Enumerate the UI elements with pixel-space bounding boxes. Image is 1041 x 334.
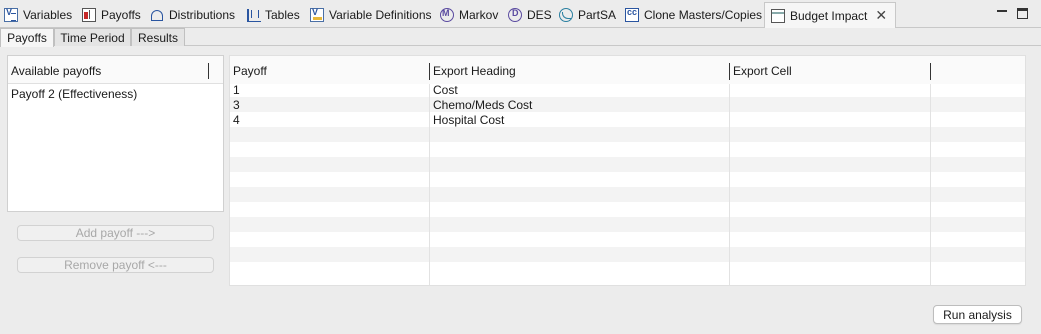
empty-row (230, 127, 1025, 142)
clone-icon (625, 7, 639, 22)
export-heading-cell[interactable]: Cost (433, 83, 458, 97)
run-analysis-button[interactable]: Run analysis (933, 305, 1022, 324)
grid-column-line (429, 84, 430, 285)
tab-tables[interactable]: Tables (246, 4, 300, 26)
table-row[interactable]: 1 Cost (230, 82, 1025, 97)
tab-label: Budget Impact (790, 8, 868, 23)
tab-variable-definitions[interactable]: Variable Definitions (310, 4, 432, 26)
tab-label: Markov (459, 8, 499, 22)
view-tab-strip: Variables Payoffs Distributions Tables V… (0, 0, 1041, 28)
tab-label: Tables (265, 8, 300, 22)
export-heading-cell[interactable]: Chemo/Meds Cost (433, 98, 532, 112)
export-grid[interactable]: Payoff Export Heading Export Cell 1 Cost… (229, 55, 1026, 286)
remove-payoff-button[interactable]: Remove payoff <--- (17, 257, 214, 273)
column-divider[interactable] (930, 63, 931, 80)
column-divider[interactable] (429, 63, 430, 80)
inner-tab-strip: Payoffs Time Period Results (0, 28, 1041, 47)
tab-des[interactable]: DES (508, 4, 552, 26)
export-heading-cell[interactable]: Hospital Cost (433, 113, 504, 127)
add-payoff-button[interactable]: Add payoff ---> (17, 225, 214, 241)
tab-budget-impact[interactable]: Budget Impact ✕ (764, 2, 897, 28)
maximize-view-icon[interactable] (1017, 8, 1028, 19)
export-heading-column-header[interactable]: Export Heading (433, 64, 516, 78)
payoff-cell[interactable]: 3 (233, 98, 240, 112)
budget-impact-icon (771, 8, 785, 23)
table-row[interactable]: 4 Hospital Cost (230, 112, 1025, 127)
empty-row (230, 262, 1025, 277)
empty-row (230, 157, 1025, 172)
tables-icon (246, 8, 261, 22)
tab-distributions[interactable]: Distributions (150, 4, 235, 26)
tab-label: PartSA (578, 8, 617, 22)
inner-tab-label: Time Period (60, 30, 125, 45)
tab-clone-masters[interactable]: Clone Masters/Copies (625, 4, 762, 26)
tab-label: Variable Definitions (329, 8, 432, 22)
minimize-view-icon[interactable] (995, 6, 1009, 20)
tab-markov[interactable]: Markov (440, 4, 498, 26)
variable-definitions-icon (310, 7, 324, 22)
available-payoffs-title: Available payoffs (11, 64, 102, 78)
tab-partsa[interactable]: PartSA (559, 4, 616, 26)
column-divider[interactable] (208, 63, 209, 79)
empty-row (230, 142, 1025, 157)
empty-row (230, 217, 1025, 232)
inner-tab-label: Payoffs (7, 31, 47, 45)
partsa-icon (559, 8, 573, 22)
payoff-column-header[interactable]: Payoff (233, 64, 267, 78)
tab-time-period[interactable]: Time Period (54, 28, 131, 46)
tab-payoffs-inner[interactable]: Payoffs (0, 28, 54, 47)
payoff-cell[interactable]: 1 (233, 83, 240, 97)
available-payoffs-header: Available payoffs (8, 56, 223, 84)
tab-results[interactable]: Results (131, 28, 185, 46)
available-payoffs-list[interactable]: Available payoffs Payoff 2 (Effectivenes… (7, 55, 224, 212)
tab-payoffs[interactable]: Payoffs (82, 4, 141, 26)
des-icon (508, 8, 522, 22)
empty-row (230, 232, 1025, 247)
column-divider[interactable] (729, 63, 730, 80)
empty-row (230, 172, 1025, 187)
tab-label: DES (527, 8, 552, 22)
export-cell-column-header[interactable]: Export Cell (733, 64, 792, 78)
payoffs-icon (82, 8, 96, 22)
grid-column-line (930, 84, 931, 285)
markov-icon (440, 8, 454, 22)
grid-column-line (729, 84, 730, 285)
close-tab-icon[interactable]: ✕ (875, 7, 887, 24)
list-item[interactable]: Payoff 2 (Effectiveness) (11, 87, 137, 101)
distributions-icon (150, 8, 164, 22)
tab-label: Variables (23, 8, 73, 22)
grid-header: Payoff Export Heading Export Cell (230, 56, 1025, 84)
empty-row (230, 247, 1025, 262)
inner-tab-label: Results (137, 30, 178, 45)
variables-icon (4, 7, 18, 22)
table-row[interactable]: 3 Chemo/Meds Cost (230, 97, 1025, 112)
tab-label: Distributions (169, 8, 236, 22)
empty-row (230, 187, 1025, 202)
tab-label: Payoffs (101, 8, 141, 22)
payoff-cell[interactable]: 4 (233, 113, 240, 127)
empty-row (230, 202, 1025, 217)
tab-variables[interactable]: Variables (4, 4, 72, 26)
tab-label: Clone Masters/Copies (644, 8, 763, 22)
